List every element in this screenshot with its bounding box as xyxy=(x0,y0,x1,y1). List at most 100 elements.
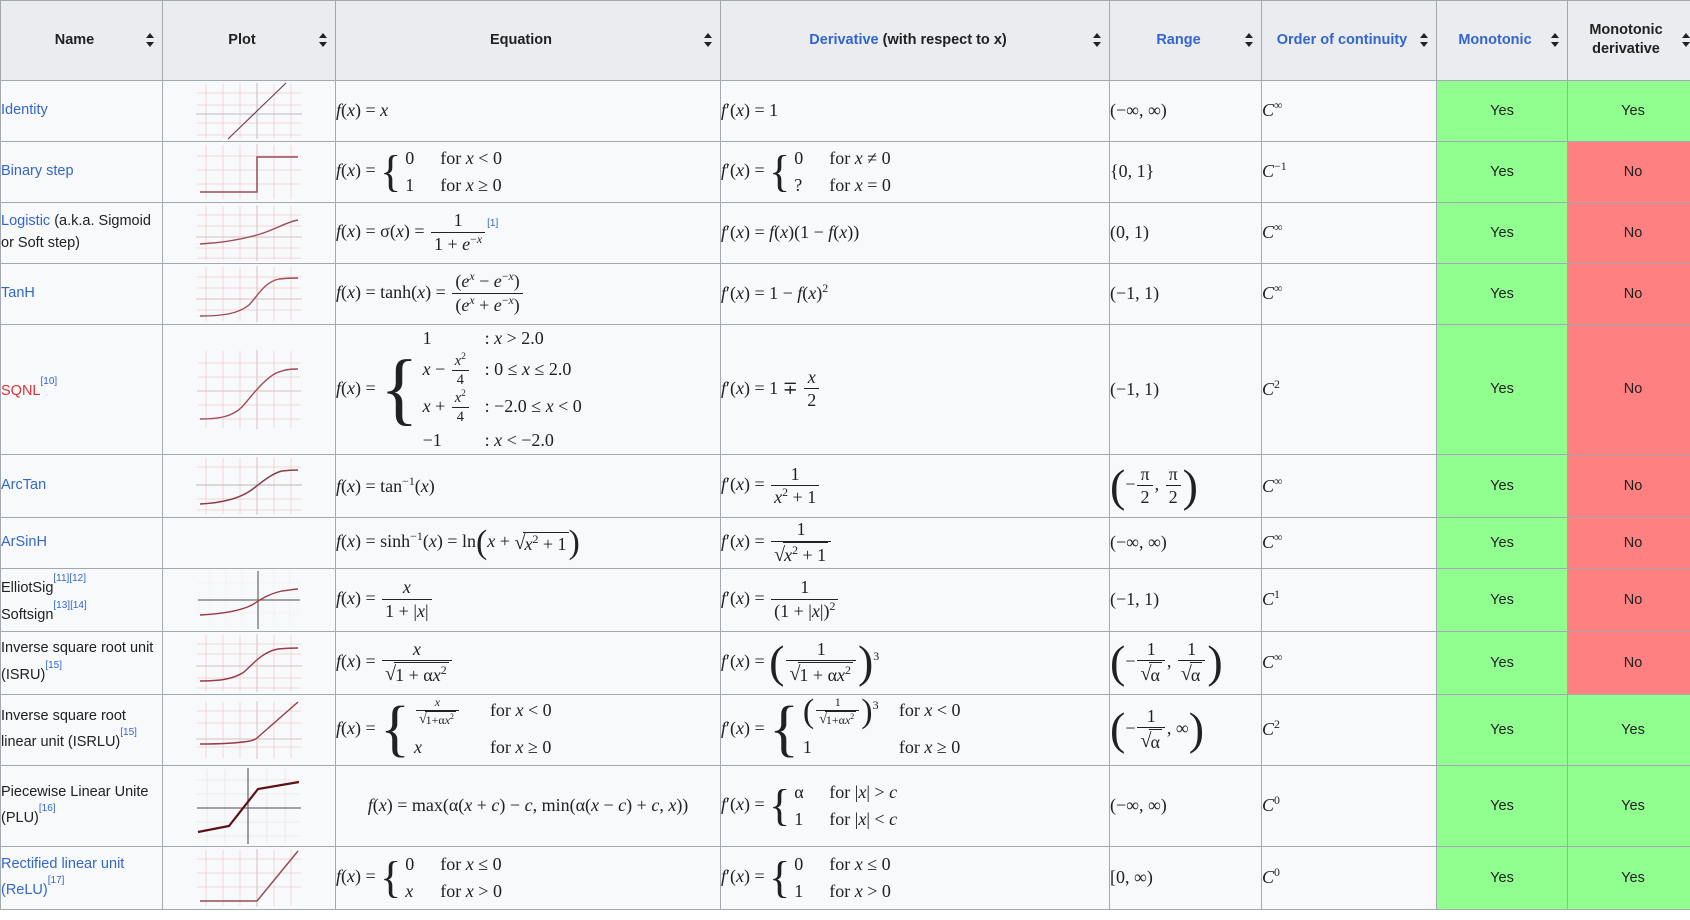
cell-derivative: f′(x) = 1 − f(x)2 xyxy=(720,262,1110,325)
equation-isru: f(x) = x √1 + αx2 xyxy=(336,639,454,685)
column-header-monotonic-link[interactable]: Monotonic xyxy=(1458,32,1531,48)
reference-link[interactable]: [12] xyxy=(69,573,86,584)
cell-range: (−1, 1) xyxy=(1109,567,1262,632)
function-name-link[interactable]: Logistic xyxy=(1,213,50,229)
equation-binary-step: f(x) = {0 for x < 01 for x ≥ 0 xyxy=(336,146,502,196)
equation-relu: f(x) = {0 for x ≤ 0x for x > 0 xyxy=(336,853,502,903)
cell-monotonic: Yes xyxy=(1436,845,1568,910)
cell-monotonic: Yes xyxy=(1436,693,1568,766)
function-name-link[interactable]: Binary step xyxy=(1,163,74,179)
cell-equation: f(x) = σ(x) = 11 + e−x [1] xyxy=(335,201,721,264)
reference-superscript[interactable]: [11][12] xyxy=(53,573,86,589)
reference-link[interactable]: [15] xyxy=(120,727,137,738)
monotonic-value: Yes xyxy=(1490,591,1514,608)
cell-monotonic: Yes xyxy=(1436,630,1568,695)
reference-link[interactable]: [15] xyxy=(45,660,62,671)
monotonic-derivative-value: No xyxy=(1623,478,1643,495)
cell-name: ArcTan xyxy=(0,454,163,519)
column-header-monotonic-derivative[interactable]: Monotonic derivative xyxy=(1567,0,1690,81)
function-name-link[interactable]: SQNL xyxy=(1,383,41,399)
equation-identity: f(x) = x xyxy=(336,100,389,121)
column-header-order-of-continuity-link[interactable]: Order of continuity xyxy=(1277,32,1408,48)
reference-superscript[interactable]: [15] xyxy=(45,660,62,676)
cell-equation: f(x) = x xyxy=(335,79,721,142)
column-header-name[interactable]: Name xyxy=(0,0,163,81)
cell-monotonic: Yes xyxy=(1436,454,1568,519)
sort-arrows-icon[interactable] xyxy=(1681,33,1690,48)
column-header-plot[interactable]: Plot xyxy=(162,0,336,81)
function-name-link[interactable]: Identity xyxy=(1,102,48,118)
table-header-row: Name Plot Equation Derivative (with resp… xyxy=(0,0,1690,81)
function-name-link[interactable]: ArcTan xyxy=(1,477,46,493)
cell-range: (−∞, ∞) xyxy=(1109,764,1262,847)
reference-superscript[interactable]: [1] xyxy=(487,218,498,234)
equation-elliotsig: f(x) = x1 + |x| xyxy=(336,577,434,621)
reference-superscript[interactable]: [17] xyxy=(48,875,65,891)
plot-arctan xyxy=(196,457,302,516)
cell-range: (−∞, ∞) xyxy=(1109,79,1262,142)
cell-plot xyxy=(162,567,336,632)
table-row: Piecewise Linear Unite (PLU)[16] f(x) = … xyxy=(0,764,1690,847)
column-header-range[interactable]: Range xyxy=(1109,0,1262,81)
cell-plot xyxy=(162,517,336,569)
sort-arrows-icon[interactable] xyxy=(1244,33,1255,48)
cell-continuity: C∞ xyxy=(1261,79,1437,142)
sort-arrows-icon[interactable] xyxy=(1419,33,1430,48)
table-row: Inverse square root unit (ISRU)[15] f(x)… xyxy=(0,630,1690,695)
cell-continuity: C0 xyxy=(1261,764,1437,847)
reference-superscript[interactable]: [13][14] xyxy=(53,600,87,616)
cell-derivative: f′(x) = {α for |x| > c1 for |x| < c xyxy=(720,764,1110,847)
monotonic-value: Yes xyxy=(1490,163,1514,180)
sort-arrows-icon[interactable] xyxy=(145,33,156,48)
plot-logistic xyxy=(196,204,302,261)
monotonic-derivative-value: No xyxy=(1623,163,1643,180)
sort-arrows-icon[interactable] xyxy=(318,33,329,48)
cell-derivative: f′(x) = (1 √1 + αx2)3 xyxy=(720,630,1110,695)
reference-link[interactable]: [16] xyxy=(39,803,56,814)
range-value: (− 1 √α, 1 √α) xyxy=(1110,636,1223,688)
cell-plot xyxy=(162,201,336,264)
cell-derivative: f′(x) = 1 x2 + 1 xyxy=(720,454,1110,519)
reference-superscript[interactable]: [15] xyxy=(120,727,137,743)
reference-link[interactable]: [17] xyxy=(48,875,65,886)
monotonic-value: Yes xyxy=(1490,381,1514,398)
reference-link[interactable]: [1] xyxy=(487,218,498,229)
cell-monotonic-derivative: Yes xyxy=(1567,845,1690,910)
cell-plot xyxy=(162,845,336,910)
column-header-range-link[interactable]: Range xyxy=(1156,32,1200,48)
reference-link[interactable]: [10] xyxy=(41,376,58,387)
reference-link[interactable]: [13] xyxy=(53,600,70,611)
reference-link[interactable]: [11] xyxy=(53,573,69,584)
column-header-equation[interactable]: Equation xyxy=(335,0,721,81)
column-header-derivative[interactable]: Derivative (with respect to x) xyxy=(720,0,1110,81)
function-name-link[interactable]: ArSinH xyxy=(1,534,47,550)
cell-name: ArSinH xyxy=(0,517,163,569)
sort-arrows-icon[interactable] xyxy=(1550,33,1561,48)
reference-superscript[interactable]: [16] xyxy=(39,803,56,819)
function-name-link[interactable]: TanH xyxy=(1,285,35,301)
column-header-order-of-continuity[interactable]: Order of continuity xyxy=(1261,0,1437,81)
cell-equation: f(x) = max(α(x + c) − c, min(α(x − c) + … xyxy=(335,764,721,847)
continuity-value: C∞ xyxy=(1262,98,1283,121)
cell-continuity: C2 xyxy=(1261,323,1437,456)
reference-superscript[interactable]: [10] xyxy=(41,376,58,392)
sort-arrows-icon[interactable] xyxy=(1092,33,1103,48)
cell-monotonic-derivative: No xyxy=(1567,630,1690,695)
function-name-text: Piecewise Linear Unite (PLU) xyxy=(1,783,149,827)
monotonic-derivative-value: Yes xyxy=(1621,102,1645,119)
cell-monotonic-derivative: No xyxy=(1567,517,1690,569)
continuity-value: C∞ xyxy=(1262,220,1283,243)
reference-link[interactable]: [14] xyxy=(70,600,87,611)
cell-range: [0, ∞) xyxy=(1109,845,1262,910)
range-value: (−∞, ∞) xyxy=(1110,795,1167,816)
continuity-value: C0 xyxy=(1262,865,1280,888)
cell-derivative: f′(x) = 1 √x2 + 1 xyxy=(720,517,1110,569)
monotonic-derivative-value: No xyxy=(1623,534,1643,551)
column-header-monotonic[interactable]: Monotonic xyxy=(1436,0,1568,81)
column-header-derivative-link[interactable]: Derivative xyxy=(809,32,878,48)
cell-derivative: f′(x) = 1 (1 + |x|)2 xyxy=(720,567,1110,632)
cell-monotonic-derivative: Yes xyxy=(1567,693,1690,766)
range-value: {0, 1} xyxy=(1110,161,1155,182)
sort-arrows-icon[interactable] xyxy=(703,33,714,48)
cell-range: (− π 2, π 2) xyxy=(1109,454,1262,519)
